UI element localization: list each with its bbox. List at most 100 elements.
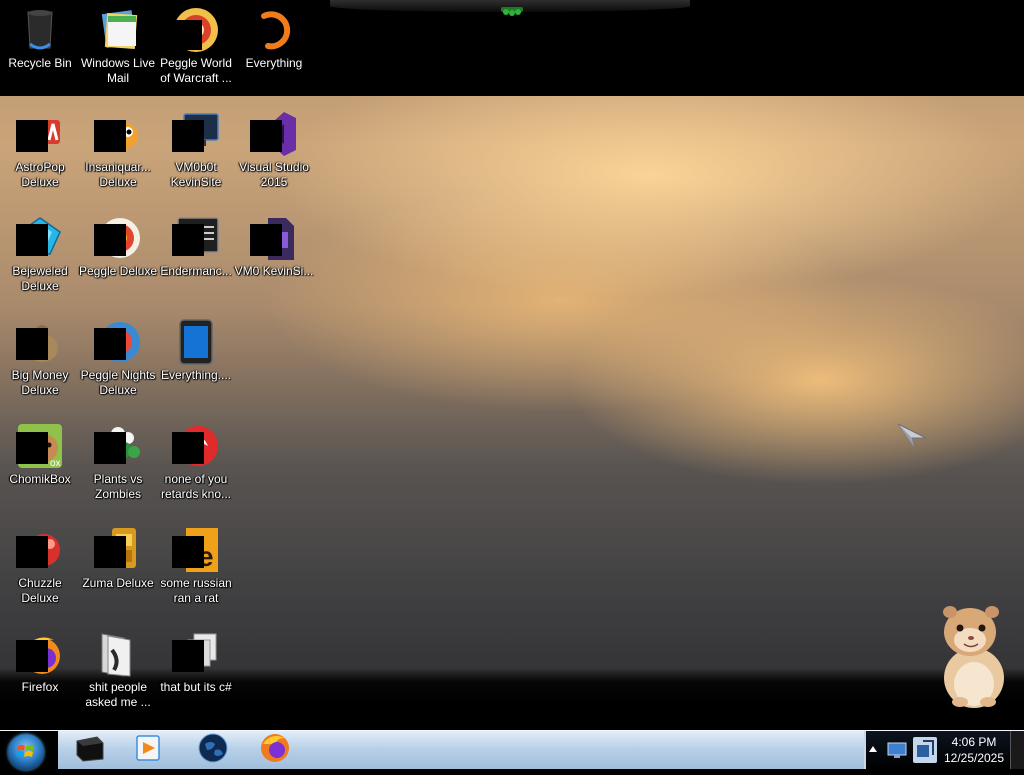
red-circle-icon xyxy=(172,422,220,470)
desktop-icon-windows-live-mail[interactable]: Windows Live Mail xyxy=(78,2,158,102)
redacted-block xyxy=(16,536,48,568)
desktop-icon-label: some russian ran a rat xyxy=(160,576,232,605)
taskbar-clock[interactable]: 4:06 PM 12/25/2025 xyxy=(940,734,1008,766)
taskbar-earth-button[interactable] xyxy=(186,733,240,767)
taskbar-terminal-button[interactable] xyxy=(62,733,116,767)
desktop-icon-recycle-bin[interactable]: Recycle Bin xyxy=(0,2,80,102)
redacted-block xyxy=(172,536,204,568)
media-player-icon xyxy=(134,733,164,768)
document-e-icon: e xyxy=(172,526,220,574)
desktop-icon-folder[interactable]: shit people asked me ... xyxy=(78,626,158,726)
desktop-icon-vm-kevinsite[interactable]: VM0b0t KevinSite xyxy=(156,106,236,206)
redacted-block xyxy=(94,120,126,152)
redacted-block xyxy=(16,640,48,672)
earth-icon xyxy=(197,732,229,769)
desktop-icon-label: that but its c# xyxy=(160,680,232,694)
taskbar: 4:06 PM 12/25/2025 xyxy=(0,730,1024,770)
firefox-icon xyxy=(259,732,291,769)
clock-time: 4:06 PM xyxy=(951,735,997,749)
desktop-icon-red-circle[interactable]: none of you retards kno... xyxy=(156,418,236,518)
desktop-icon-label: VM0 KevinSi... xyxy=(234,264,314,278)
redacted-block xyxy=(94,432,126,464)
desktop-icon-that-but-csharp[interactable]: that but its c# xyxy=(156,626,236,726)
desktop-icon-label: Big Money Deluxe xyxy=(11,368,69,397)
desktop-icon-label: Plants vs Zombies xyxy=(93,472,143,501)
desktop-icon-label: AstroPop Deluxe xyxy=(15,160,65,189)
redacted-block xyxy=(172,224,204,256)
folder-icon xyxy=(94,630,142,678)
clock-date: 12/25/2025 xyxy=(943,751,1005,765)
desktop-icon-label: Peggle World of Warcraft ... xyxy=(160,56,232,85)
money-bag-icon: $ xyxy=(16,318,64,366)
chuzzle-icon xyxy=(16,526,64,574)
tray-network-icon[interactable] xyxy=(913,737,937,763)
firefox-icon xyxy=(16,630,64,678)
desktop-icon-label: Visual Studio 2015 xyxy=(239,160,309,189)
chomikbox-icon: ox xyxy=(16,422,64,470)
taskbar-firefox-button[interactable] xyxy=(248,733,302,767)
show-desktop-button[interactable] xyxy=(1010,731,1024,769)
svg-text:ox: ox xyxy=(50,458,61,469)
desktop-icon-insaniquarium[interactable]: Insaniquar... Deluxe xyxy=(78,106,158,206)
redacted-block xyxy=(172,120,204,152)
vs-document-icon xyxy=(250,214,298,262)
tray-separator xyxy=(864,731,866,769)
desktop-icon-peggle-nights[interactable]: Peggle Nights Deluxe xyxy=(78,314,158,414)
green-indicator-icon xyxy=(501,7,523,16)
desktop-icon-zuma[interactable]: Zuma Deluxe xyxy=(78,522,158,622)
redacted-block xyxy=(16,120,48,152)
redacted-block xyxy=(94,536,126,568)
desktop-icon-label: Endermanc... xyxy=(160,264,232,278)
desktop-icon-some-russian[interactable]: e some russian ran a rat xyxy=(156,522,236,622)
zuma-icon xyxy=(94,526,142,574)
redacted-block xyxy=(94,328,126,360)
visual-studio-icon xyxy=(250,110,298,158)
plants-vs-zombies-icon xyxy=(94,422,142,470)
redacted-block xyxy=(16,328,48,360)
desktop-icon-label: Peggle Deluxe xyxy=(78,264,158,278)
peggle-nights-icon xyxy=(94,318,142,366)
desktop-icon-label: Bejeweled Deluxe xyxy=(12,264,68,293)
show-hidden-icons-arrow-icon[interactable] xyxy=(868,743,878,755)
desktop-icon-label: Windows Live Mail xyxy=(80,56,156,85)
desktop-icon-endermanch[interactable]: Endermanc... xyxy=(156,210,236,310)
desktop-icon-vm-kevinsi[interactable]: VM0 KevinSi... xyxy=(234,210,314,310)
desktop-icon-big-money[interactable]: $ Big Money Deluxe xyxy=(0,314,80,414)
desktop-icon-peggle-wow[interactable]: Peggle World of Warcraft ... xyxy=(156,2,236,102)
desktop-icon-label: Recycle Bin xyxy=(8,56,72,70)
insaniquarium-icon xyxy=(94,110,142,158)
peggle-wow-icon xyxy=(172,6,220,54)
hamster-mascot-icon xyxy=(943,606,1004,708)
desktop-icon-everything-tablet[interactable]: Everything.... xyxy=(156,314,236,414)
tray-monitor-icon[interactable] xyxy=(887,741,907,759)
start-orb-icon[interactable] xyxy=(8,734,44,770)
desktop-icon-bejeweled[interactable]: Bejeweled Deluxe xyxy=(0,210,80,310)
desktop-icon-chomikbox[interactable]: ox ChomikBox xyxy=(0,418,80,518)
desktop-icon-label: Everything.... xyxy=(160,368,232,382)
stacked-files-icon xyxy=(172,630,220,678)
redacted-block xyxy=(172,432,204,464)
desktop-icon-label: Insaniquar... Deluxe xyxy=(85,160,151,189)
desktop-icon-label: Firefox xyxy=(21,680,59,694)
desktop-icon-everything[interactable]: Everything xyxy=(234,2,314,102)
desktop-icon-label: Peggle Nights Deluxe xyxy=(80,368,156,397)
taskbar-media-player-button[interactable] xyxy=(122,733,176,767)
desktop-icon-visual-studio[interactable]: Visual Studio 2015 xyxy=(234,106,314,206)
desktop-icon-astropop[interactable]: AstroPop Deluxe xyxy=(0,106,80,206)
console-icon xyxy=(172,214,220,262)
desktop-icon-chuzzle[interactable]: Chuzzle Deluxe xyxy=(0,522,80,622)
desktop-icon-peggle[interactable]: Peggle Deluxe xyxy=(78,210,158,310)
everything-icon xyxy=(250,6,298,54)
windows-live-mail-icon xyxy=(94,6,142,54)
desktop-icon-label: VM0b0t KevinSite xyxy=(170,160,222,189)
astropop-icon xyxy=(16,110,64,158)
peggle-icon xyxy=(94,214,142,262)
desktop-icon-plants-vs-zombies[interactable]: Plants vs Zombies xyxy=(78,418,158,518)
redacted-block xyxy=(250,224,282,256)
desktop-icon-firefox[interactable]: Firefox xyxy=(0,626,80,726)
paper-plane-cursor-icon xyxy=(897,423,927,448)
redacted-block xyxy=(250,120,282,152)
desktop-icon-label: none of you retards kno... xyxy=(160,472,232,501)
desktop-icon-label: Everything xyxy=(245,56,303,70)
terminal-icon xyxy=(73,733,105,768)
